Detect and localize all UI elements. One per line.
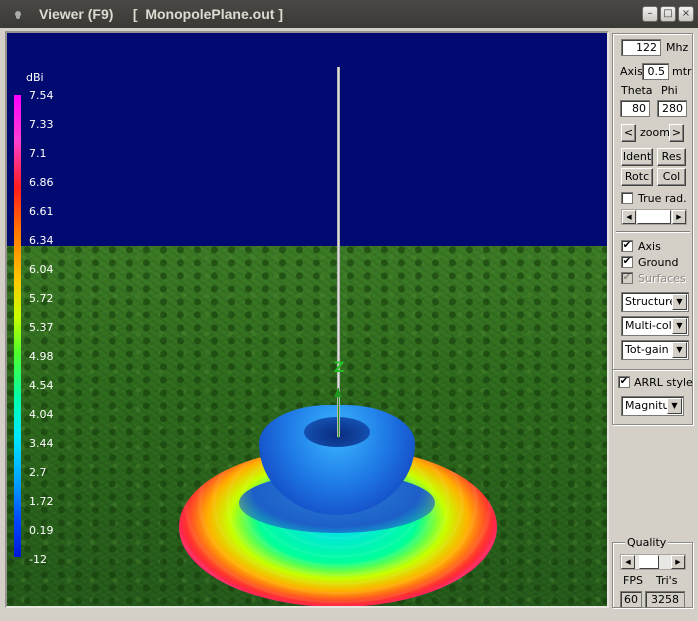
legend-tick-label: 7.1 [29, 147, 47, 160]
monopole-antenna [337, 67, 340, 437]
client-area: dBi 7.54 7.33 7.1 6.86 6.61 6.34 6.04 5.72 5.37 4… [0, 28, 698, 621]
structure-select[interactable]: Structure ▼ [621, 292, 689, 312]
rotc-button[interactable]: Rotc [621, 168, 653, 186]
axis-size-label: Axis [620, 65, 643, 78]
tris-value: 3258 [645, 591, 685, 608]
legend-tick-label: 6.04 [29, 263, 54, 276]
scroll-left-arrow-icon[interactable]: ◀ [621, 555, 635, 569]
zoom-in-button[interactable]: > [669, 124, 684, 142]
window-title: Viewer (F9) [ MonopolePlane.out ] [39, 6, 283, 22]
surfaces-checkbox-label: Surfaces [638, 272, 686, 285]
col-button[interactable]: Col [657, 168, 686, 186]
slider-thumb[interactable] [637, 210, 671, 224]
window-controls: – □ × [642, 6, 694, 22]
frequency-input[interactable]: 122 [621, 39, 661, 56]
legend-tick-label: 6.34 [29, 234, 54, 247]
scroll-right-arrow-icon[interactable]: ▶ [672, 210, 686, 224]
quality-slider[interactable]: ◀ ▶ [620, 554, 686, 570]
legend-tick-label: 4.98 [29, 350, 54, 363]
pattern-scale-slider[interactable]: ◀ ▶ [621, 209, 687, 225]
z-axis-label: Z [334, 360, 345, 376]
chevron-down-icon[interactable]: ▼ [667, 398, 682, 414]
gain-color-scale [14, 95, 21, 557]
maximize-button[interactable]: □ [660, 6, 676, 22]
legend-tick-label: 7.33 [29, 118, 54, 131]
fps-label: FPS [623, 574, 643, 587]
quality-label: Quality [625, 536, 669, 549]
arrl-style-label: ARRL style [634, 376, 693, 389]
3d-viewport[interactable]: dBi 7.54 7.33 7.1 6.86 6.61 6.34 6.04 5.72 5.37 4… [5, 31, 609, 608]
legend-tick-label: 4.54 [29, 379, 54, 392]
tris-label: Tri's [656, 574, 678, 587]
axis-checkbox-label: Axis [638, 240, 661, 253]
ground-checkbox-label: Ground [638, 256, 679, 269]
quality-slider-thumb[interactable] [639, 555, 659, 569]
legend-tick-label: 6.86 [29, 176, 54, 189]
chevron-down-icon[interactable]: ▼ [672, 318, 687, 334]
axis-size-unit: mtr [672, 65, 692, 78]
frequency-unit: Mhz [666, 41, 689, 54]
scroll-left-arrow-icon[interactable]: ◀ [622, 210, 636, 224]
gain-type-select[interactable]: Tot-gain ▼ [621, 340, 689, 360]
structure-select-value: Structure [625, 295, 677, 308]
chevron-down-icon[interactable]: ▼ [672, 294, 687, 310]
theta-label: Theta [621, 84, 653, 97]
gain-type-select-value: Tot-gain [625, 343, 669, 356]
scroll-right-arrow-icon[interactable]: ▶ [671, 555, 685, 569]
ground-checkbox[interactable]: ✔ [621, 256, 633, 268]
phi-label: Phi [661, 84, 678, 97]
axis-checkbox[interactable]: ✔ [621, 240, 633, 252]
arrl-style-checkbox[interactable]: ✔ [618, 376, 630, 388]
zoom-out-button[interactable]: < [621, 124, 636, 142]
sky-background [7, 33, 607, 248]
phi-input[interactable]: 280 [657, 100, 687, 117]
chevron-down-icon[interactable]: ▼ [672, 342, 687, 358]
legend-tick-labels: 7.54 7.33 7.1 6.86 6.61 6.34 6.04 5.72 5.37 4.98 4… [29, 89, 69, 569]
legend-tick-label: 5.72 [29, 292, 54, 305]
color-mode-select[interactable]: Multi-colo ▼ [621, 316, 689, 336]
legend-tick-label: 7.54 [29, 89, 54, 102]
legend-tick-label: 5.37 [29, 321, 54, 334]
zoom-label: zoom [640, 126, 670, 139]
fps-value: 60 [620, 591, 642, 608]
magnitude-select[interactable]: Magnituc ▼ [621, 396, 684, 416]
legend-tick-label: 3.44 [29, 437, 54, 450]
legend-tick-label: 0.19 [29, 524, 54, 537]
legend-tick-label: 1.72 [29, 495, 54, 508]
axis-size-input[interactable]: 0.5 [642, 63, 669, 80]
res-button[interactable]: Res [657, 148, 686, 166]
legend-tick-label: -12 [29, 553, 47, 566]
color-mode-select-value: Multi-colo [625, 319, 679, 332]
legend-tick-label: 4.04 [29, 408, 54, 421]
theta-input[interactable]: 80 [620, 100, 650, 117]
legend-tick-label: 6.61 [29, 205, 54, 218]
close-button[interactable]: × [678, 6, 694, 22]
title-bar[interactable]: Viewer (F9) [ MonopolePlane.out ] – □ × [0, 0, 698, 28]
minimize-button[interactable]: – [642, 6, 658, 22]
legend-unit-label: dBi [26, 71, 44, 84]
z-axis-arrow [334, 388, 342, 397]
legend-tick-label: 2.7 [29, 466, 47, 479]
true-rad-checkbox[interactable] [621, 192, 633, 204]
true-rad-label: True rad. [638, 192, 687, 205]
group-divider [616, 231, 690, 233]
app-icon [15, 11, 21, 17]
ident-button[interactable]: Ident [621, 148, 653, 166]
surfaces-checkbox: ✔ [621, 272, 633, 284]
